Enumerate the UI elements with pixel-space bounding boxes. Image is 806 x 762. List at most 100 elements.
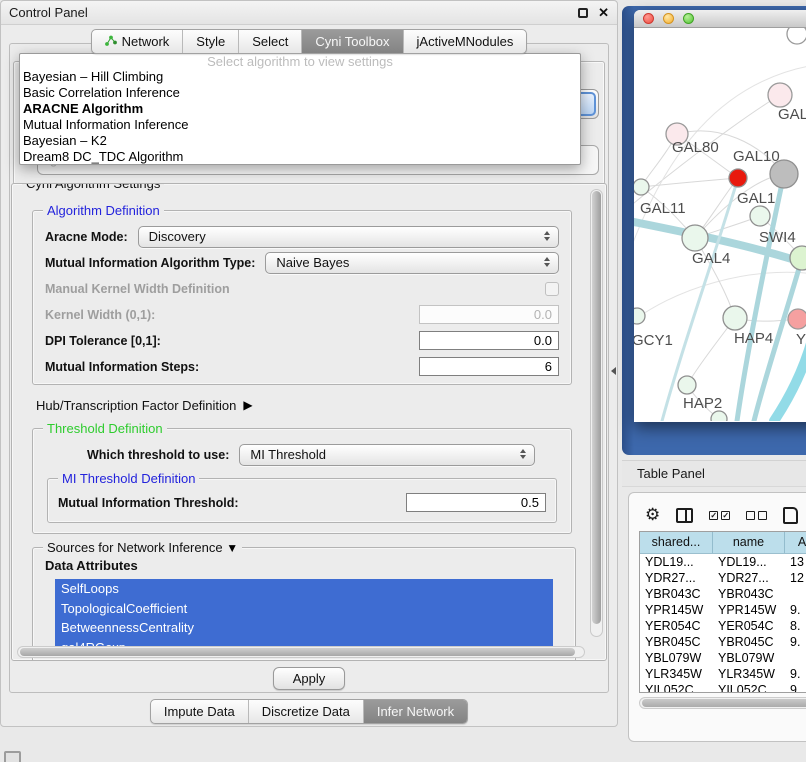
network-node[interactable]	[634, 308, 645, 324]
node-label-y: Y	[796, 331, 806, 348]
combo-arrows-icon	[520, 449, 526, 459]
network-node[interactable]	[788, 309, 806, 329]
kernel-width-field[interactable]	[419, 305, 559, 324]
settings-group-title: Cyni Algorithm Settings	[22, 183, 164, 191]
cyni-algorithm-settings-group: Cyni Algorithm Settings Algorithm Defini…	[11, 183, 607, 661]
table-cell: 9.	[785, 602, 806, 618]
mi-threshold-field[interactable]	[406, 493, 546, 512]
tab-style[interactable]: Style	[183, 30, 239, 53]
settings-horizontal-scrollbar[interactable]	[17, 646, 585, 658]
mi-type-label: Mutual Information Algorithm Type:	[45, 256, 255, 270]
tab-impute-data[interactable]: Impute Data	[151, 700, 249, 723]
mi-type-value: Naive Bayes	[276, 255, 349, 270]
kernel-width-label: Kernel Width (0,1):	[45, 308, 155, 322]
network-graph-canvas[interactable]: GALGAL80GAL10GAL11GAL1SWI4GAL4GCY1HAP4YH…	[634, 28, 806, 421]
node-label-hap4: HAP4	[734, 330, 773, 347]
apply-button[interactable]: Apply	[273, 667, 345, 690]
algorithm-option-aracne-algorithm[interactable]: ARACNE Algorithm	[20, 101, 580, 117]
close-traffic-light-icon[interactable]	[643, 13, 654, 24]
aracne-mode-combobox[interactable]: Discovery	[138, 226, 559, 248]
algorithm-options: Bayesian – Hill ClimbingBasic Correlatio…	[20, 69, 580, 166]
gear-icon[interactable]: ⚙	[645, 506, 660, 524]
table-cell: YPR145W	[640, 602, 713, 618]
mi-steps-field[interactable]	[419, 357, 559, 376]
attribute-item[interactable]: SelfLoops	[55, 579, 553, 599]
deselect-all-columns-icon[interactable]	[746, 511, 767, 520]
network-node[interactable]	[634, 179, 649, 195]
algorithm-option-bayesian-hill-climbing[interactable]: Bayesian – Hill Climbing	[20, 69, 580, 85]
settings-vertical-scrollbar[interactable]	[590, 189, 603, 637]
table-row[interactable]: YDL19...YDL19...13	[640, 554, 806, 570]
table-row[interactable]: YER054CYER054C8.	[640, 618, 806, 634]
tab-jactivemnodules[interactable]: jActiveMNodules	[404, 30, 527, 53]
network-icon	[105, 34, 117, 49]
table-row[interactable]: YBL079WYBL079W	[640, 650, 806, 666]
panel-collapse-arrow-icon[interactable]	[611, 367, 616, 375]
float-window-icon[interactable]	[578, 8, 588, 18]
hub-definition-expander[interactable]: Hub/Transcription Factor Definition ▶	[36, 396, 578, 414]
table-cell: YPR145W	[713, 602, 785, 618]
table-horizontal-scrollbar[interactable]	[639, 697, 806, 709]
network-node[interactable]	[787, 28, 806, 44]
table-row[interactable]: YDR27...YDR27...12	[640, 570, 806, 586]
mi-type-combobox[interactable]: Naive Bayes	[265, 252, 559, 274]
network-edge	[774, 340, 806, 421]
threshold-definition-title: Threshold Definition	[43, 421, 167, 436]
table-cell: YBR043C	[713, 586, 785, 602]
table-row[interactable]: YLR345WYLR345W9.	[640, 666, 806, 682]
export-table-icon[interactable]	[783, 507, 798, 524]
algorithm-option-basic-correlation-inference[interactable]: Basic Correlation Inference	[20, 85, 580, 101]
attribute-item[interactable]: BetweennessCentrality	[55, 618, 553, 638]
column-header-name[interactable]: name	[713, 532, 785, 553]
node-label-gal: GAL	[778, 106, 806, 123]
network-node[interactable]	[750, 206, 770, 226]
bottom-tabs: Impute DataDiscretize DataInfer Network	[150, 699, 468, 724]
network-node[interactable]	[723, 306, 747, 330]
table-panel-bar: Table Panel	[622, 460, 806, 487]
table-cell: YBL079W	[640, 650, 713, 666]
table-row[interactable]: YIL052CYIL052C9.	[640, 682, 806, 692]
tab-select[interactable]: Select	[239, 30, 302, 53]
table-cell: 9.	[785, 682, 806, 692]
network-node[interactable]	[711, 411, 727, 421]
network-node[interactable]	[678, 376, 696, 394]
table-cell: YIL052C	[713, 682, 785, 692]
columns-icon[interactable]	[676, 508, 693, 523]
tab-discretize-data[interactable]: Discretize Data	[249, 700, 364, 723]
attribute-item[interactable]: TopologicalCoefficient	[55, 599, 553, 619]
tab-cyni-toolbox[interactable]: Cyni Toolbox	[302, 30, 403, 53]
sources-group-title[interactable]: Sources for Network Inference ▼	[43, 540, 242, 555]
combo-arrows-icon	[544, 257, 550, 267]
column-header-a[interactable]: A	[785, 532, 806, 553]
expander-right-icon: ▶	[243, 398, 252, 412]
column-header-shared-[interactable]: shared...	[640, 532, 713, 553]
tab-network[interactable]: Network	[92, 30, 184, 53]
dpi-tolerance-field[interactable]	[419, 331, 559, 350]
algorithm-dropdown-list: Select algorithm to view settings Bayesi…	[19, 53, 581, 165]
network-node[interactable]	[729, 169, 747, 187]
corner-panel-icon[interactable]	[4, 751, 21, 762]
close-icon[interactable]: ✕	[598, 8, 609, 18]
table-body: YDL19...YDL19...13YDR27...YDR27...12YBR0…	[640, 554, 806, 692]
node-label-gal80: GAL80	[672, 139, 719, 156]
table-row[interactable]: YBR045CYBR045C9.	[640, 634, 806, 650]
algorithm-option-mutual-information-inference[interactable]: Mutual Information Inference	[20, 117, 580, 133]
table-row[interactable]: YBR043CYBR043C	[640, 586, 806, 602]
network-node[interactable]	[682, 225, 708, 251]
tab-label: jActiveMNodules	[417, 34, 514, 49]
zoom-traffic-light-icon[interactable]	[683, 13, 694, 24]
control-panel-tabs: NetworkStyleSelectCyni Toolbox jActiveMNo…	[91, 29, 528, 54]
manual-kernel-checkbox[interactable]	[545, 282, 559, 296]
table-row[interactable]: YPR145WYPR145W9.	[640, 602, 806, 618]
tab-infer-network[interactable]: Infer Network	[364, 700, 467, 723]
algorithm-option-dream8-dc-tdc-algorithm[interactable]: Dream8 DC_TDC Algorithm	[20, 149, 580, 165]
table-cell: 9.	[785, 666, 806, 682]
algorithm-option-bayesian-k2[interactable]: Bayesian – K2	[20, 133, 580, 149]
table-cell: YLR345W	[713, 666, 785, 682]
which-threshold-combobox[interactable]: MI Threshold	[239, 444, 535, 466]
select-all-columns-icon[interactable]: ✓✓	[709, 511, 730, 520]
table-cell: YDL19...	[640, 554, 713, 570]
minimize-traffic-light-icon[interactable]	[663, 13, 674, 24]
network-node[interactable]	[790, 246, 806, 270]
network-node[interactable]	[768, 83, 792, 107]
